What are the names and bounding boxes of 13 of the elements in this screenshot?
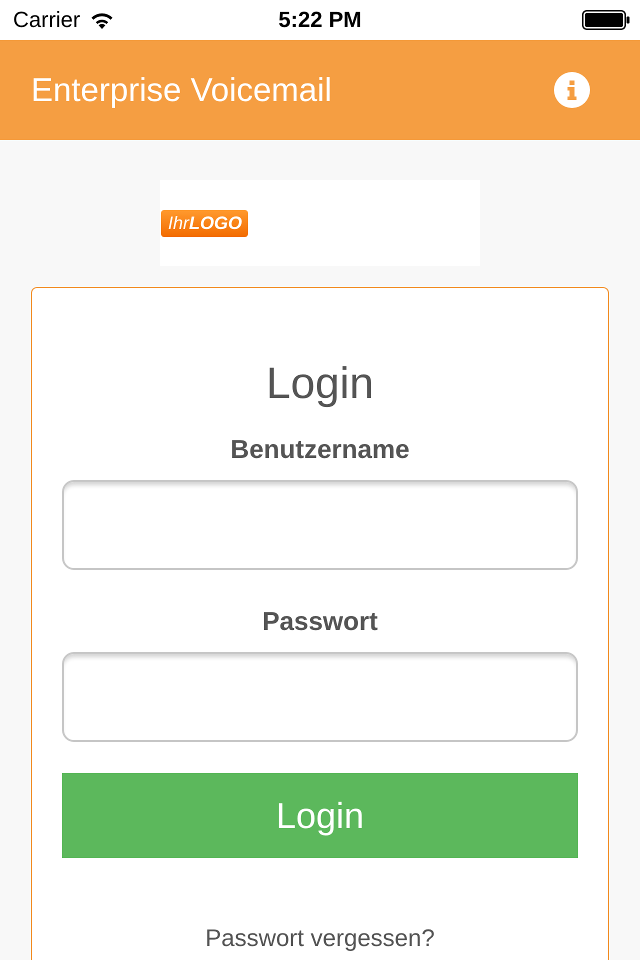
input-field[interactable] <box>62 480 578 570</box>
info-icon[interactable] <box>554 72 590 108</box>
status-time: 5:22 PM <box>278 7 362 33</box>
field-label: Passwort <box>262 605 378 637</box>
input-field[interactable] <box>62 652 578 742</box>
carrier-name: Carrier <box>13 7 80 33</box>
forgot-password-link[interactable]: Passwort vergessen? <box>205 924 435 954</box>
app-title: Enterprise Voicemail <box>31 71 332 109</box>
wifi-icon <box>90 12 114 28</box>
login-heading: Login <box>266 358 374 410</box>
field-label: Benutzername <box>230 433 410 465</box>
battery-icon <box>582 10 630 30</box>
logo-badge: IhrLOGO <box>161 210 248 237</box>
